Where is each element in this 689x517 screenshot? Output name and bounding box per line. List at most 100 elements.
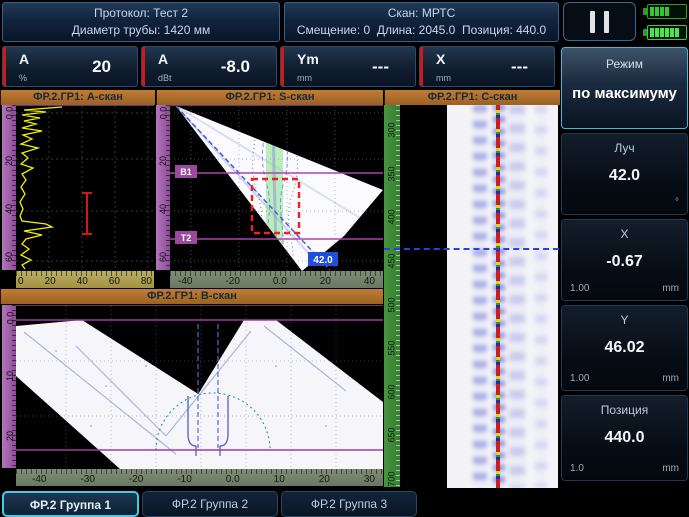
ascan-x-ruler: 0 20 40 60 80 — [16, 271, 154, 288]
tick-label: 40 — [75, 276, 90, 288]
tick-label: 40 — [158, 204, 168, 214]
cscan-image[interactable] — [447, 105, 558, 488]
ascan-depth-ruler: 0.0 20 40 60 — [2, 105, 16, 270]
reading-title: Y — [562, 313, 687, 327]
ascan-waveform — [16, 106, 154, 271]
param-box-amplitude-percent[interactable]: A % 20 — [2, 46, 138, 87]
tick-label: 0 — [16, 276, 26, 288]
tick-label: 10 — [272, 474, 287, 486]
param-value: --- — [372, 57, 389, 77]
reading-beam[interactable]: Луч 42.0 ° — [561, 133, 688, 215]
param-box-amplitude-dbt[interactable]: A dBt -8.0 — [141, 46, 277, 87]
tick-label: 0.0 — [158, 107, 168, 120]
ascan-gate[interactable] — [82, 193, 92, 234]
tick-label: 650 — [387, 428, 397, 443]
reading-unit: mm — [662, 463, 679, 474]
param-unit: mm — [436, 73, 451, 83]
param-name: X — [436, 51, 445, 67]
tab-group-2[interactable]: ФР.2 Группа 2 — [142, 491, 278, 517]
reading-value: -0.67 — [562, 253, 687, 271]
gate-t2-label: T2 — [181, 233, 192, 243]
tick-label: 20 — [43, 276, 58, 288]
tick-label: 10 — [5, 371, 15, 381]
tick-label: 0.0 — [4, 107, 14, 120]
beam-angle-label: 42.0 — [313, 255, 333, 266]
param-name: A — [158, 51, 168, 67]
reading-title: X — [562, 227, 687, 241]
param-name: A — [19, 51, 29, 67]
param-value: --- — [511, 57, 528, 77]
battery-icon-2 — [647, 25, 687, 40]
reading-y[interactable]: Y 46.02 1.00 mm — [561, 305, 688, 391]
param-unit: mm — [297, 73, 312, 83]
tick-label: 20 — [5, 431, 15, 441]
cscan-title: ФР.2.ГР1: C-скан — [384, 90, 560, 105]
position-cursor-line[interactable] — [384, 248, 559, 250]
reading-step: 1.00 — [570, 283, 589, 294]
protocol-info-box[interactable]: Протокол: Тест 2 Диаметр трубы: 1420 мм — [2, 2, 280, 42]
param-value: -8.0 — [221, 57, 250, 77]
reading-x[interactable]: X -0.67 1.00 mm — [561, 219, 688, 301]
sscan-title: ФР.2.ГР1: S-скан — [156, 90, 383, 105]
scan-name: Скан: МРТС — [388, 5, 456, 22]
cscan-indication-line — [496, 105, 500, 488]
tab-group-1[interactable]: ФР.2 Группа 1 — [2, 491, 139, 517]
cscan-position-ruler: 300 350 400 450 500 550 600 650 700 — [384, 105, 400, 487]
param-unit: dBt — [158, 73, 172, 83]
mode-panel[interactable]: Режим по максимуму — [561, 47, 688, 129]
tick-label: 60 — [4, 252, 14, 262]
reading-position[interactable]: Позиция 440.0 1.0 mm — [561, 395, 688, 481]
ascan-title: ФР.2.ГР1: A-скан — [0, 90, 155, 105]
mode-title: Режим — [562, 57, 687, 71]
scan-offset-length-position: Смещение: 0 Длина: 2045.0 Позиция: 440.0 — [297, 22, 546, 39]
bscan-plot[interactable] — [16, 305, 383, 468]
tick-label: 0.0 — [271, 276, 289, 288]
pipe-diameter: Диаметр трубы: 1420 мм — [72, 22, 210, 39]
tick-label: 40 — [362, 276, 377, 288]
tick-label: 40 — [4, 204, 14, 214]
reading-title: Позиция — [562, 403, 687, 417]
tick-label: -10 — [175, 474, 193, 486]
tick-label: 20 — [4, 156, 14, 166]
reading-unit: ° — [675, 197, 679, 208]
tab-group-3[interactable]: ФР.2 Группа 3 — [281, 491, 417, 517]
scan-info-box[interactable]: Скан: МРТС Смещение: 0 Длина: 2045.0 Поз… — [284, 2, 559, 42]
sscan-x-ruler: -40 -20 0.0 20 40 — [170, 271, 383, 288]
battery-icon-1 — [647, 4, 687, 19]
pause-button[interactable] — [563, 2, 636, 41]
tick-label: 400 — [387, 210, 397, 225]
sscan-plot[interactable]: B1 T2 42.0 — [170, 105, 383, 270]
tick-label: 350 — [387, 166, 397, 181]
ascan-plot[interactable] — [16, 105, 154, 270]
tick-label: 300 — [387, 122, 397, 137]
tick-label: 550 — [387, 341, 397, 356]
bscan-x-ruler: -40 -30 -20 -10 0.0 10 20 30 — [16, 469, 383, 486]
pause-icon — [590, 11, 595, 33]
param-value: 20 — [92, 57, 111, 77]
tick-label: 60 — [158, 252, 168, 262]
tick-label: 500 — [387, 297, 397, 312]
sscan-depth-ruler: 0.0 20 40 60 — [156, 105, 170, 270]
bscan-depth-ruler: 0.0 10 20 — [2, 305, 16, 468]
reading-title: Луч — [562, 141, 687, 155]
param-box-x[interactable]: X mm --- — [419, 46, 555, 87]
reading-value: 42.0 — [562, 167, 687, 185]
reading-step: 1.00 — [570, 373, 589, 384]
tick-label: -20 — [127, 474, 145, 486]
tick-label: 0.0 — [5, 312, 15, 325]
protocol-name: Протокол: Тест 2 — [94, 5, 188, 22]
tick-label: 600 — [387, 384, 397, 399]
reading-unit: mm — [662, 283, 679, 294]
tick-label: 20 — [317, 474, 332, 486]
tick-label: -40 — [30, 474, 48, 486]
tick-label: -30 — [78, 474, 96, 486]
tick-label: 20 — [158, 156, 168, 166]
param-box-ym[interactable]: Ym mm --- — [280, 46, 416, 87]
tick-label: 0.0 — [224, 474, 242, 486]
bscan-image — [16, 306, 383, 469]
tick-label: 30 — [362, 474, 377, 486]
param-unit: % — [19, 73, 27, 83]
tick-label: 700 — [387, 471, 397, 486]
reading-unit: mm — [662, 373, 679, 384]
gate-b1-label: B1 — [180, 167, 192, 177]
